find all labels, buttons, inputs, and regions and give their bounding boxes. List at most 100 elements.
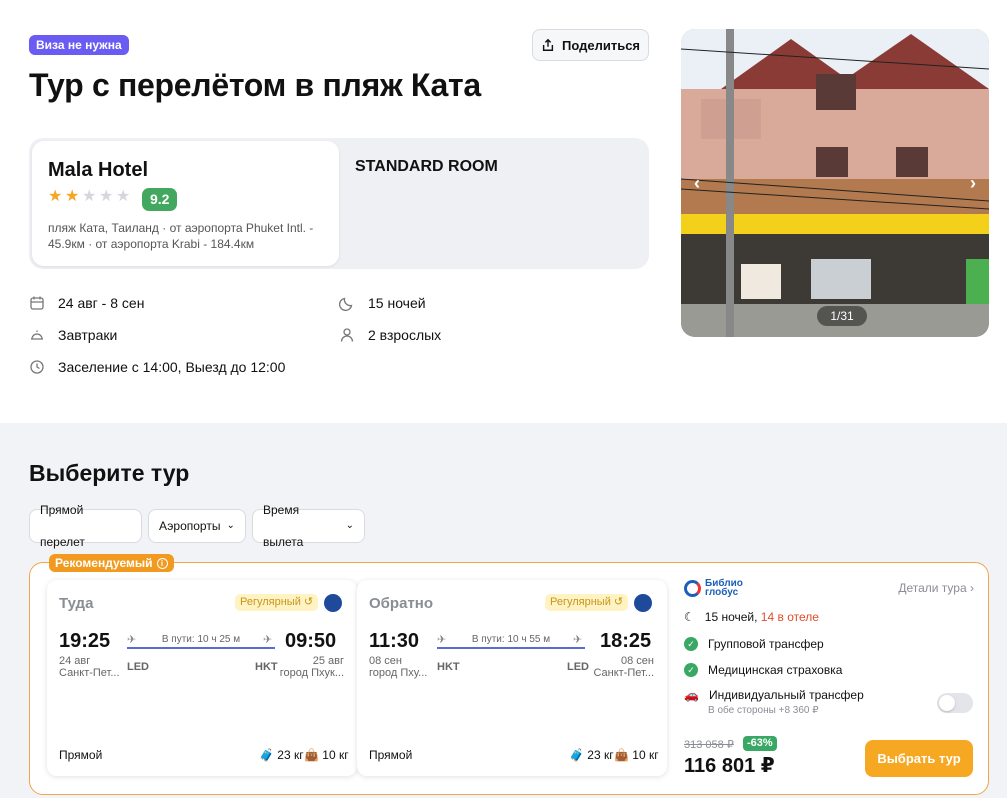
flight-duration: В пути: 10 ч 55 м	[471, 634, 551, 645]
current-price: 116 801 ₽	[684, 755, 775, 777]
arrival-airport-code: LED	[567, 661, 589, 673]
globe-icon	[684, 579, 701, 597]
flight-leg-inbound[interactable]: Обратно Регулярный ↺ 11:30 08 сен город …	[357, 580, 667, 776]
filter-direct-flight[interactable]: Прямой перелет	[29, 503, 142, 549]
arrival-time: 18:25	[600, 630, 652, 652]
check-icon: ✓	[684, 663, 698, 677]
feature-group-transfer-text: Групповой трансфер	[708, 637, 824, 651]
share-label: Поделиться	[561, 37, 641, 53]
visa-badge: Виза не нужна	[29, 35, 129, 55]
baggage-allowance: 🧳 23 кг	[569, 748, 614, 762]
filter-direct-flight-label: Прямой перелет	[40, 503, 85, 549]
regular-flight-label: Регулярный	[550, 596, 611, 608]
tour-summary: Библио глобус Детали тура › ☾ 15 ночей, …	[684, 577, 974, 787]
baggage-weight: 23 кг	[277, 748, 304, 762]
info-icon[interactable]: i	[156, 557, 168, 569]
hotel-stars: ★ ★ ★ ★ ★	[48, 189, 132, 205]
tour-details-label: Детали тура	[898, 581, 967, 595]
chevron-right-icon: ›	[970, 581, 974, 595]
filter-airports-label: Аэропорты	[159, 519, 221, 533]
feature-insurance-text: Медицинская страховка	[708, 663, 843, 677]
hotel-photo-gallery[interactable]: ‹ › 1/31	[681, 29, 989, 337]
carry-on-allowance: 👜 10 кг	[304, 748, 349, 762]
moon-icon: ☾	[684, 610, 695, 624]
clock-icon	[29, 359, 45, 375]
star-icon: ★	[99, 188, 114, 205]
airline-logo-icon	[634, 594, 652, 612]
bag-icon: 👜	[304, 748, 319, 762]
chevron-down-icon: ⌄	[345, 520, 354, 531]
recommended-badge: Рекомендуемый i	[49, 554, 174, 572]
gallery-next-button[interactable]: ›	[961, 171, 985, 195]
hotel-photo	[681, 29, 989, 337]
feature-hotel-nights: 14 в отеле	[760, 610, 819, 624]
regular-flight-badge: Регулярный ↺	[545, 594, 629, 611]
feature-individual-transfer: 🚗 Индивидуальный трансфер	[684, 688, 864, 702]
filter-departure-time-label: Время вылета	[263, 503, 304, 549]
share-button[interactable]: Поделиться	[532, 29, 649, 61]
flight-type: Прямой	[59, 748, 103, 762]
filter-departure-time[interactable]: Время вылета ⌄	[252, 503, 365, 549]
bag-icon: 👜	[614, 748, 629, 762]
route-line	[127, 647, 275, 649]
departure-airport-code: LED	[127, 661, 149, 673]
gallery-prev-button[interactable]: ‹	[685, 171, 709, 195]
share-icon	[542, 38, 554, 51]
arrival-city: город Пхук...	[279, 667, 344, 679]
hotel-card[interactable]: Mala Hotel ★ ★ ★ ★ ★ 9.2 пляж Ката, Таил…	[32, 141, 339, 266]
leg-title: Туда	[59, 595, 94, 612]
info-nights-text: 15 ночей	[368, 295, 426, 311]
landing-icon: ✈	[263, 634, 273, 646]
feature-insurance: ✓ Медицинская страховка	[684, 663, 842, 677]
tour-details-link[interactable]: Детали тура ›	[898, 581, 974, 595]
star-icon: ★	[116, 188, 131, 205]
info-checkin-text: Заселение с 14:00, Выезд до 12:00	[58, 359, 286, 375]
suitcase-icon: 🧳	[259, 748, 274, 762]
carry-on-weight: 10 кг	[322, 748, 349, 762]
info-checkin: Заселение с 14:00, Выезд до 12:00	[29, 359, 285, 375]
flight-duration: В пути: 10 ч 25 м	[161, 634, 241, 645]
person-icon	[339, 327, 355, 343]
arrival-city: Санкт-Пет...	[593, 667, 654, 679]
departure-city: город Пху...	[369, 667, 428, 679]
carry-on-allowance: 👜 10 кг	[614, 748, 659, 762]
star-icon: ★	[82, 188, 97, 205]
regular-flight-badge: Регулярный ↺	[235, 594, 319, 611]
recommended-label: Рекомендуемый	[55, 556, 153, 570]
rating-badge: 9.2	[142, 188, 178, 211]
flight-leg-outbound[interactable]: Туда Регулярный ↺ 19:25 24 авг Санкт-Пет…	[47, 580, 357, 776]
star-icon: ★	[48, 188, 63, 205]
hotel-name[interactable]: Mala Hotel	[48, 159, 148, 182]
arrival-time: 09:50	[285, 630, 337, 652]
individual-transfer-note: В обе стороны +8 360 ₽	[708, 705, 819, 716]
old-price: 313 058 ₽	[684, 739, 734, 751]
info-dates: 24 авг - 8 сен	[29, 295, 144, 311]
route-line	[437, 647, 585, 649]
gallery-counter: 1/31	[817, 306, 867, 326]
airline-logo-icon	[324, 594, 342, 612]
operator-logo: Библио глобус	[684, 579, 743, 598]
filter-airports[interactable]: Аэропорты ⌄	[148, 509, 246, 543]
check-icon: ✓	[684, 637, 698, 651]
history-icon: ↺	[303, 596, 314, 608]
baggage-weight: 23 кг	[587, 748, 614, 762]
info-guests: 2 взрослых	[339, 327, 441, 343]
departure-time: 11:30	[369, 630, 420, 652]
arrival-airport-code: HKT	[255, 661, 278, 673]
info-meals: Завтраки	[29, 327, 117, 343]
cloche-icon	[29, 327, 45, 343]
individual-transfer-toggle[interactable]	[937, 693, 973, 713]
departure-airport-code: HKT	[437, 661, 460, 673]
info-nights: 15 ночей	[339, 295, 426, 311]
operator-logo-line2: глобус	[705, 587, 739, 598]
info-dates-text: 24 авг - 8 сен	[58, 295, 145, 311]
choose-tour-button[interactable]: Выбрать тур	[865, 740, 973, 777]
page-title: Тур с перелётом в пляж Ката	[29, 67, 481, 103]
car-icon: 🚗	[684, 688, 699, 702]
section-title: Выберите тур	[29, 460, 190, 486]
feature-nights: ☾ 15 ночей, 14 в отеле	[684, 610, 819, 624]
history-icon: ↺	[613, 596, 624, 608]
departure-time: 19:25	[59, 630, 111, 652]
hotel-overview: Виза не нужна Поделиться Тур с перелётом…	[0, 0, 1007, 423]
info-guests-text: 2 взрослых	[368, 327, 442, 343]
